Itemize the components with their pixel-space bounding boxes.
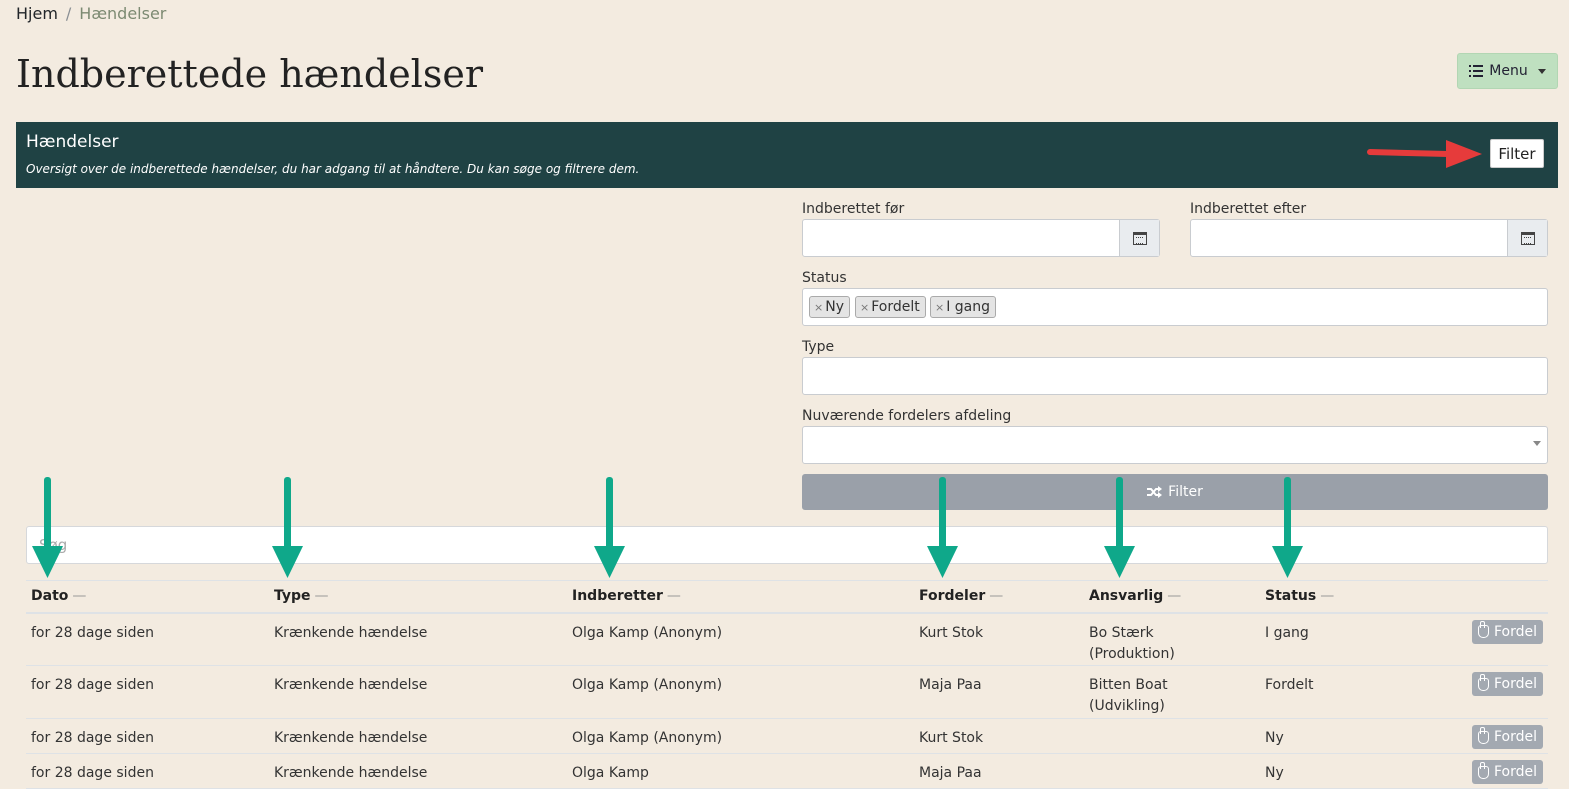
cell-fordeler: Maja Paa [914,665,1084,719]
cell-type: Krænkende hændelse [269,753,567,789]
cell-status: Ny [1260,753,1410,789]
status-tag[interactable]: × I gang [930,296,997,318]
table-row: for 28 dage siden Krænkende hændelse Olg… [26,612,1548,666]
cell-type: Krænkende hændelse [269,718,567,754]
table-row: for 28 dage siden Krænkende hændelse Olg… [26,753,1548,789]
filter-submit-button[interactable]: Filter [802,474,1548,510]
column-header-ansvarlig[interactable]: Ansvarlig — [1084,580,1260,614]
department-label: Nuværende fordelers afdeling [802,408,1012,424]
type-input[interactable] [802,357,1548,395]
table-row: for 28 dage siden Krænkende hændelse Olg… [26,718,1548,754]
calendar-icon [1520,231,1535,245]
chevron-down-icon [1533,441,1541,446]
cell-dato: for 28 dage siden [26,718,269,754]
table-header-row: Dato — Type — Indberetter — Fordeler — Ansva… [26,580,1548,614]
panel-header: Hændelser Oversigt over de indberettede … [16,122,1558,188]
remove-tag-icon[interactable]: × [814,301,823,314]
sort-icon[interactable]: — [72,588,86,604]
fordel-button[interactable]: Fordel [1472,672,1543,696]
page-title: Indberettede hændelser [16,52,483,96]
sort-icon[interactable]: — [667,588,681,604]
column-header-status[interactable]: Status — [1260,580,1410,614]
breadcrumb-current: Hændelser [79,4,167,23]
sort-icon[interactable]: — [989,588,1003,604]
cell-actions: Fordel [1410,665,1548,719]
sort-icon[interactable]: — [1320,588,1334,604]
reported-before-label: Indberettet før [802,201,905,217]
fordel-button[interactable]: Fordel [1472,760,1543,784]
calendar-icon [1132,231,1147,245]
status-tag[interactable]: × Ny [809,296,850,318]
cell-dato: for 28 dage siden [26,753,269,789]
cell-ansvarlig [1084,753,1260,789]
cell-fordeler: Kurt Stok [914,718,1084,754]
reported-before-input[interactable] [802,219,1160,257]
cell-actions: Fordel [1410,612,1548,666]
search-input[interactable] [26,526,1548,564]
menu-button-label: Menu [1489,63,1528,79]
cell-fordeler: Maja Paa [914,753,1084,789]
breadcrumb: Hjem / Hændelser [16,4,166,23]
reported-before-calendar-button[interactable] [1119,220,1159,256]
chevron-down-icon [1537,68,1546,74]
cell-ansvarlig: Bitten Boat (Udvikling) [1084,665,1260,719]
breadcrumb-separator: / [65,4,72,23]
list-icon [1469,65,1484,77]
status-multiselect[interactable]: × Ny × Fordelt × I gang [802,288,1548,326]
filter-submit-label: Filter [1168,484,1203,500]
column-header-indberetter[interactable]: Indberetter — [567,580,914,614]
fordel-button[interactable]: Fordel [1472,619,1543,644]
table-row: for 28 dage siden Krænkende hændelse Olg… [26,665,1548,719]
events-table: Dato — Type — Indberetter — Fordeler — Ansva… [26,580,1548,789]
cell-indberetter: Olga Kamp (Anonym) [567,612,914,666]
cell-indberetter: Olga Kamp [567,753,914,789]
hand-pointer-icon [1477,621,1489,638]
cell-type: Krænkende hændelse [269,665,567,719]
breadcrumb-home-link[interactable]: Hjem [16,4,58,23]
cell-dato: for 28 dage siden [26,665,269,719]
sort-icon[interactable]: — [315,588,329,604]
cell-actions: Fordel [1410,718,1548,754]
status-tag[interactable]: × Fordelt [855,296,926,318]
cell-type: Krænkende hændelse [269,612,567,666]
hand-pointer-icon [1477,726,1489,744]
shuffle-icon [1147,486,1163,498]
status-label: Status [802,270,847,286]
cell-fordeler: Kurt Stok [914,612,1084,666]
column-header-type[interactable]: Type — [269,580,567,614]
type-label: Type [802,339,835,355]
cell-indberetter: Olga Kamp (Anonym) [567,718,914,754]
cell-ansvarlig [1084,718,1260,754]
column-header-dato[interactable]: Dato — [26,580,269,614]
reported-after-calendar-button[interactable] [1507,220,1547,256]
cell-status: Ny [1260,718,1410,754]
reported-after-input[interactable] [1190,219,1548,257]
cell-status: Fordelt [1260,665,1410,719]
remove-tag-icon[interactable]: × [935,301,944,314]
remove-tag-icon[interactable]: × [860,301,869,314]
department-select[interactable] [802,426,1548,464]
cell-status: I gang [1260,612,1410,666]
column-header-fordeler[interactable]: Fordeler — [914,580,1084,614]
hand-pointer-icon [1477,761,1489,779]
cell-ansvarlig: Bo Stærk (Produktion) [1084,612,1260,666]
fordel-button[interactable]: Fordel [1472,725,1543,749]
cell-actions: Fordel [1410,753,1548,789]
column-header-actions [1410,580,1548,614]
sort-icon[interactable]: — [1167,588,1181,604]
panel-description: Oversigt over de indberettede hændelser,… [26,162,640,176]
cell-indberetter: Olga Kamp (Anonym) [567,665,914,719]
hand-pointer-icon [1477,673,1489,691]
panel-title: Hændelser [26,132,119,152]
reported-after-label: Indberettet efter [1190,201,1307,217]
filter-toggle-button[interactable]: Filter [1490,139,1544,168]
menu-button[interactable]: Menu [1457,53,1558,89]
cell-dato: for 28 dage siden [26,612,269,666]
